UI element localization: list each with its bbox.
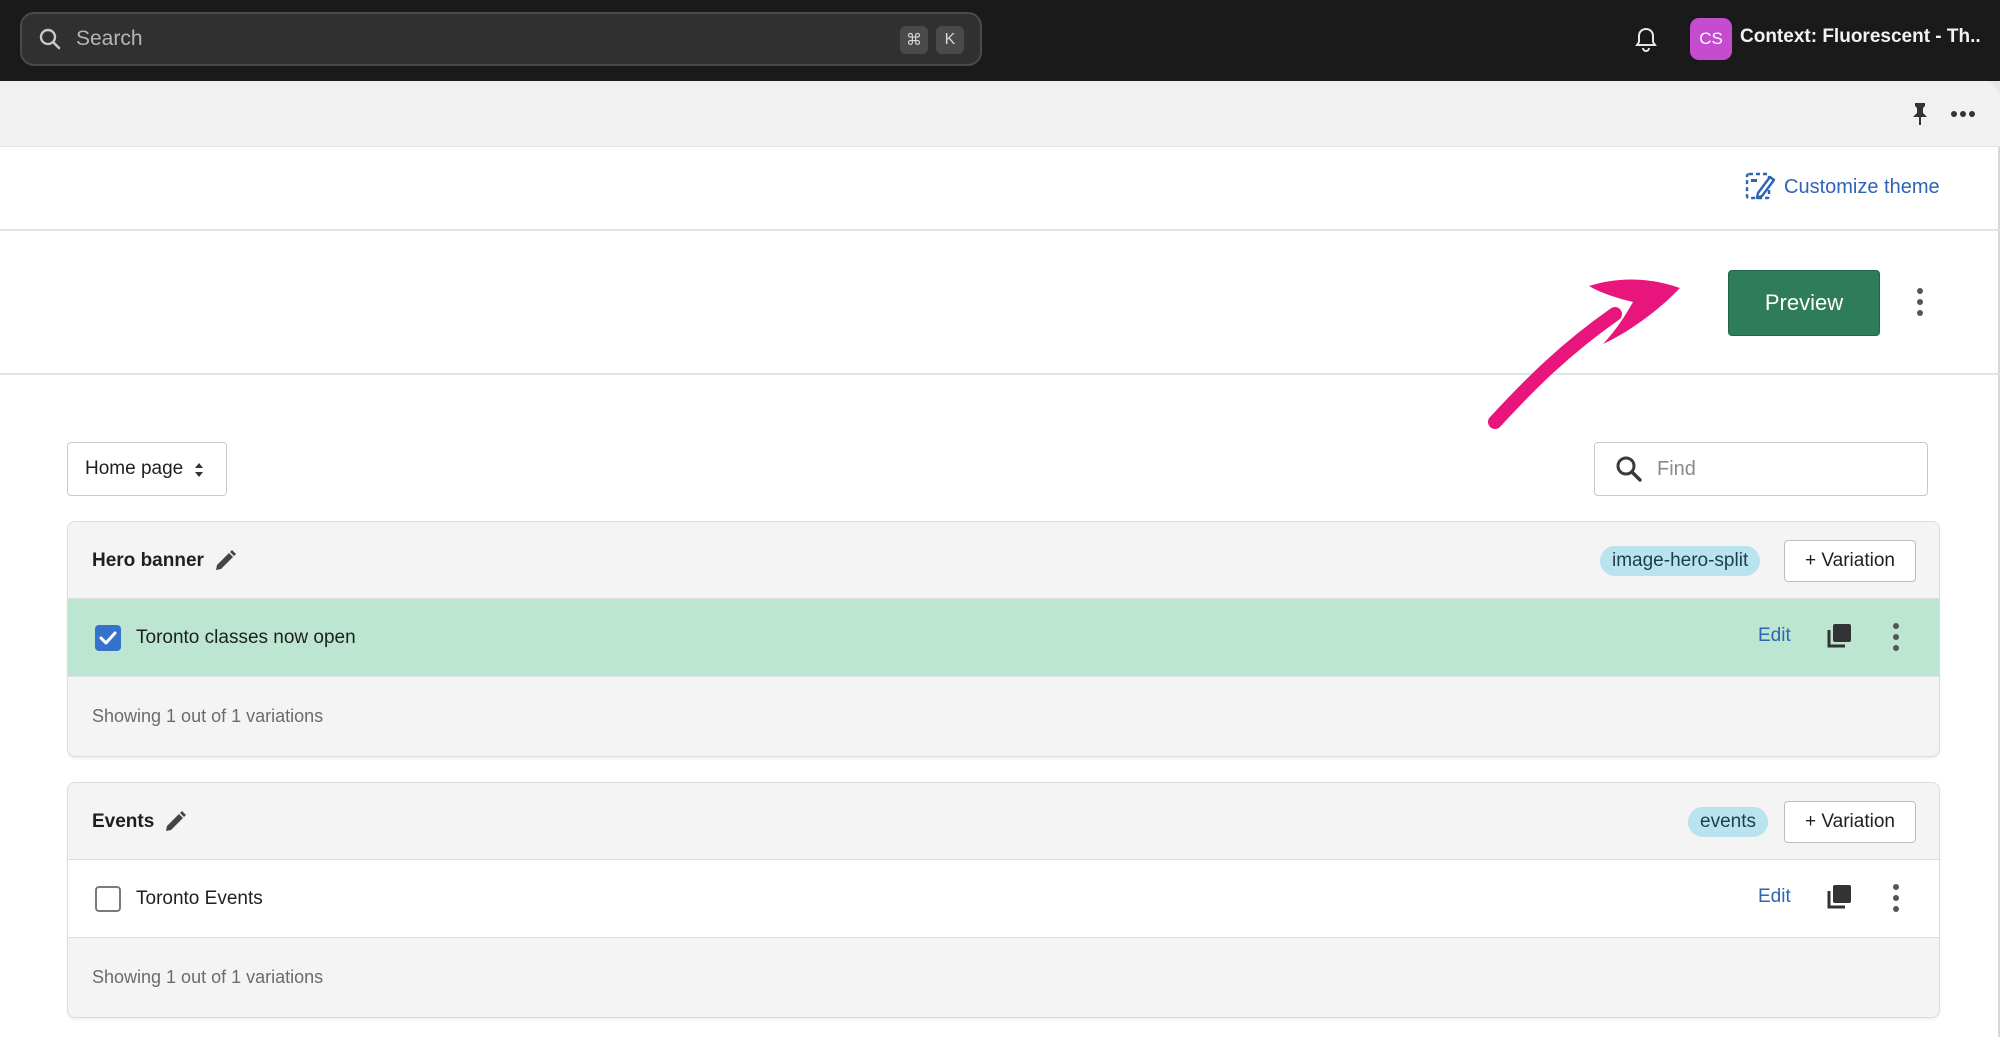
duplicate-icon[interactable]: [1824, 882, 1854, 912]
variation-label: Toronto Events: [136, 888, 263, 909]
find-placeholder: Find: [1657, 457, 1696, 480]
section-title-text: Hero banner: [92, 550, 204, 571]
sort-chevrons-icon: [192, 459, 206, 481]
preview-button[interactable]: Preview: [1728, 270, 1880, 336]
section-title-text: Events: [92, 811, 155, 832]
theme-row: Customize theme: [0, 147, 2000, 231]
find-input[interactable]: Find: [1594, 442, 1928, 496]
search-icon: [1615, 455, 1643, 483]
check-icon: [99, 631, 117, 645]
more-horizontal-icon[interactable]: [1948, 101, 1978, 127]
page-select[interactable]: Home page: [67, 442, 227, 496]
variation-count: Showing 1 out of 1 variations: [92, 967, 324, 987]
duplicate-icon[interactable]: [1824, 621, 1854, 651]
pin-icon[interactable]: [1907, 101, 1933, 127]
section-header: Hero banner image-hero-split + Variation: [68, 522, 1939, 599]
toolbar-strip: [0, 81, 2000, 147]
add-variation-button[interactable]: + Variation: [1784, 540, 1916, 582]
top-bar: Search ⌘ K CS Context: Fluorescent - Th.…: [0, 0, 2000, 81]
edit-link[interactable]: Edit: [1758, 886, 1791, 908]
variation-row[interactable]: Toronto Events Edit: [68, 860, 1939, 938]
context-switcher[interactable]: Context: Fluorescent - Th...: [1740, 26, 1980, 48]
variation-count: Showing 1 out of 1 variations: [92, 706, 324, 726]
customize-theme-icon: [1744, 171, 1776, 203]
section-title: Hero banner: [92, 549, 237, 573]
section-card-events: Events events + Variation Toronto Events…: [67, 782, 1940, 1018]
more-vertical-icon[interactable]: [1910, 284, 1930, 320]
pencil-icon[interactable]: [163, 810, 187, 834]
page-select-value: Home page: [85, 458, 184, 479]
bell-icon[interactable]: [1631, 25, 1661, 55]
variation-row[interactable]: Toronto classes now open Edit: [68, 599, 1939, 677]
more-vertical-icon[interactable]: [1886, 880, 1906, 916]
avatar[interactable]: CS: [1690, 18, 1732, 60]
more-vertical-icon[interactable]: [1886, 619, 1906, 655]
variation-checkbox[interactable]: [95, 625, 121, 651]
variation-checkbox[interactable]: [95, 886, 121, 912]
add-variation-button[interactable]: + Variation: [1784, 801, 1916, 843]
search-icon: [38, 26, 64, 52]
section-type-tag: image-hero-split: [1600, 546, 1761, 576]
edit-link[interactable]: Edit: [1758, 625, 1791, 647]
section-header: Events events + Variation: [68, 783, 1939, 860]
global-search-input[interactable]: Search ⌘ K: [20, 12, 982, 66]
action-row: Preview: [0, 231, 2000, 375]
section-type-tag: events: [1688, 807, 1768, 837]
shortcut-cmd-key: ⌘: [900, 26, 928, 54]
shortcut-k-key: K: [936, 26, 964, 54]
customize-theme-link[interactable]: Customize theme: [1744, 171, 1940, 203]
variation-label: Toronto classes now open: [136, 627, 356, 648]
customize-theme-label: Customize theme: [1784, 175, 1940, 198]
pencil-icon[interactable]: [213, 549, 237, 573]
search-placeholder: Search: [76, 27, 143, 50]
section-title: Events: [92, 810, 187, 834]
section-card-hero-banner: Hero banner image-hero-split + Variation…: [67, 521, 1940, 757]
